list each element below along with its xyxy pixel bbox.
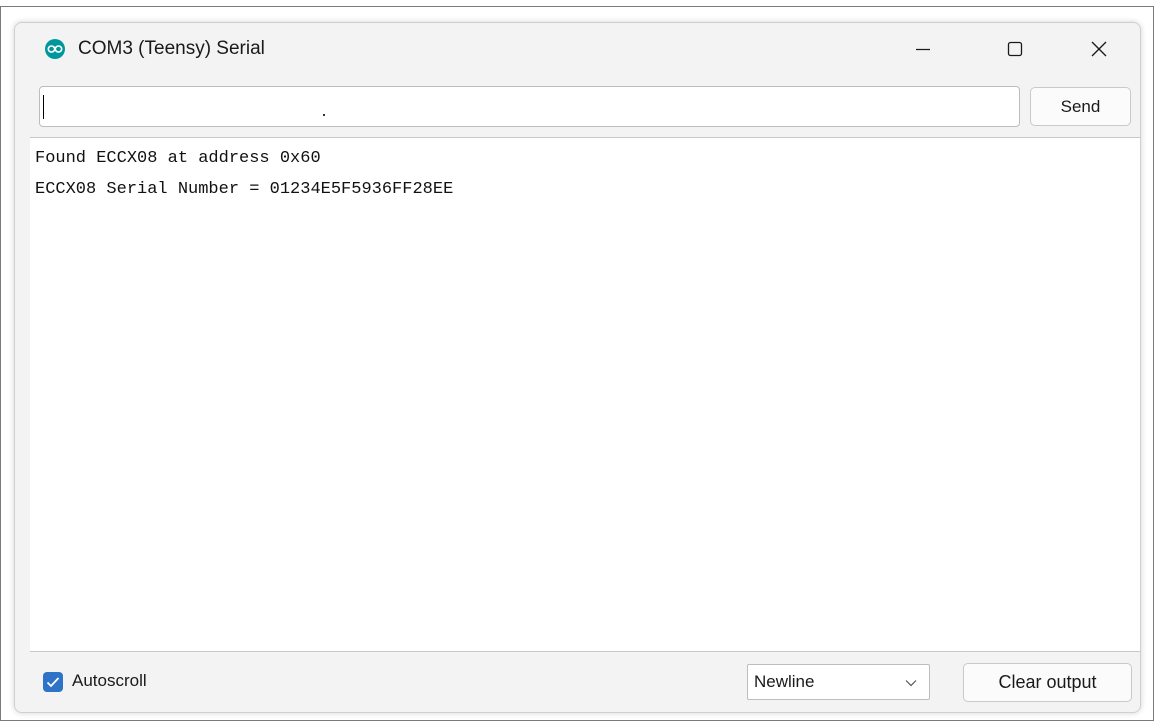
close-icon <box>1091 41 1107 57</box>
chevron-down-icon <box>905 680 917 687</box>
maximize-button[interactable] <box>985 23 1045 75</box>
maximize-icon <box>1007 41 1023 57</box>
minimize-button[interactable] <box>893 23 953 75</box>
serial-input-field[interactable] <box>39 86 1020 127</box>
checkmark-icon <box>46 677 60 688</box>
autoscroll-checkbox[interactable] <box>43 672 63 692</box>
output-line: ECCX08 Serial Number = 01234E5F5936FF28E… <box>35 180 454 199</box>
input-dot <box>323 114 325 116</box>
serial-monitor-window: COM3 (Teensy) Serial Send Found ECCX08 a… <box>14 22 1141 713</box>
line-ending-dropdown[interactable]: Newline <box>747 664 930 700</box>
send-button[interactable]: Send <box>1030 87 1131 126</box>
clear-output-button[interactable]: Clear output <box>963 663 1132 702</box>
bottom-bar: Autoscroll Newline Clear output <box>15 653 1140 712</box>
minimize-icon <box>916 48 930 51</box>
output-line: Found ECCX08 at address 0x60 <box>35 149 321 168</box>
window-title: COM3 (Teensy) Serial <box>78 38 265 59</box>
serial-output-area[interactable]: Found ECCX08 at address 0x60 ECCX08 Seri… <box>30 137 1140 652</box>
title-bar[interactable]: COM3 (Teensy) Serial <box>15 23 1140 79</box>
arduino-icon <box>45 39 65 59</box>
text-caret <box>43 95 44 119</box>
autoscroll-label[interactable]: Autoscroll <box>72 671 147 691</box>
line-ending-value: Newline <box>754 672 815 691</box>
close-button[interactable] <box>1069 23 1129 75</box>
